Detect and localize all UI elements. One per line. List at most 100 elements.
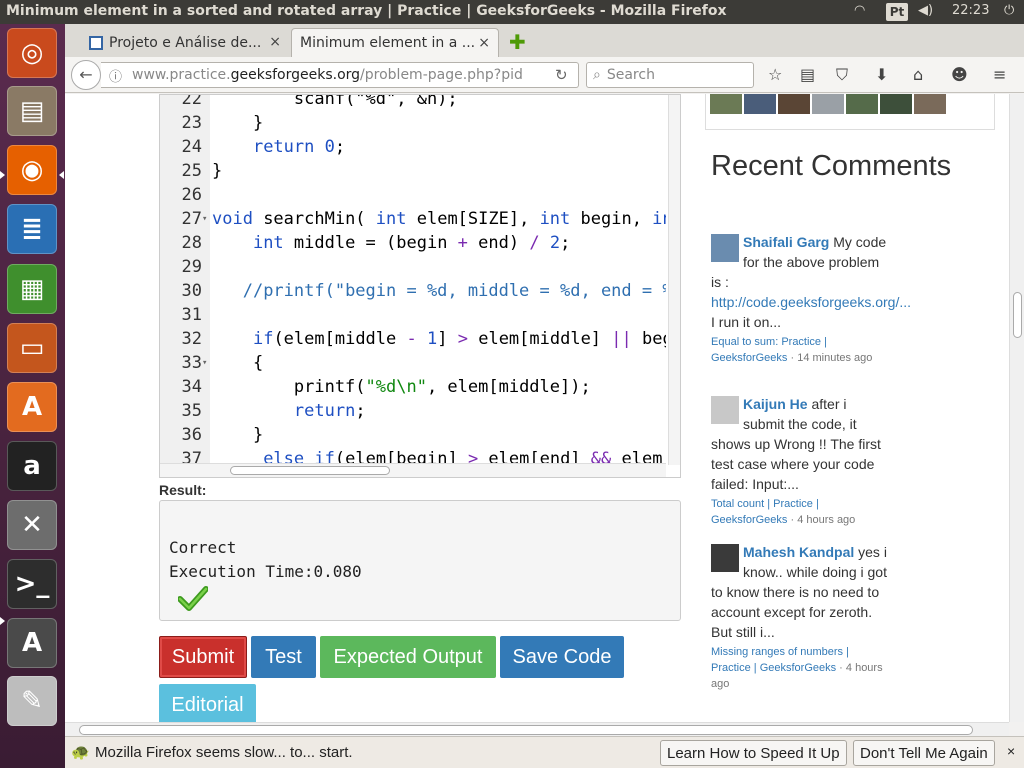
close-tab-icon[interactable]: × [478,35,490,51]
member-avatar[interactable] [812,94,844,114]
close-notification-icon[interactable]: × [1007,743,1015,759]
reading-list-icon[interactable]: ▤ [800,65,815,84]
close-tab-icon[interactable]: × [269,34,281,50]
power-icon[interactable]: ⏻ [1004,3,1014,18]
code-line[interactable]: 34 printf("%d\n", elem[middle]); [160,375,666,399]
firefox-icon[interactable]: ◉ [7,145,57,195]
code-line[interactable]: 24 return 0; [160,135,666,159]
tab-projeto[interactable]: Projeto e Análise de... × [81,28,289,57]
files-icon[interactable]: ▤ [7,86,57,136]
expected-output-button[interactable]: Expected Output [320,636,496,678]
code-text: //printf("begin = %d, middle = %d, end =… [242,281,666,301]
page-vertical-scrollbar[interactable] [1009,94,1024,722]
fold-icon[interactable]: ▾ [202,207,212,231]
writer-icon[interactable]: ≣ [7,204,57,254]
editor-vertical-scrollbar[interactable] [668,95,680,465]
downloads-icon[interactable]: ⬇ [875,65,888,84]
member-avatar[interactable] [846,94,878,114]
member-avatar[interactable] [880,94,912,114]
member-avatar[interactable] [744,94,776,114]
avatar[interactable] [711,234,739,262]
clock[interactable]: 22:23 [952,3,989,18]
comment-text: I run it on... [711,314,782,330]
chat-icon[interactable]: ☻ [951,65,968,84]
code-line[interactable]: 22 scanf("%d", &n); [160,94,666,111]
text-editor-icon[interactable]: ✎ [7,676,57,726]
top-panel: Minimum element in a sorted and rotated … [0,0,1024,24]
code-line[interactable]: 35 return; [160,399,666,423]
system-settings-icon[interactable]: ✕ [7,500,57,550]
avatar[interactable] [711,396,739,424]
keyboard-layout-indicator[interactable]: Pt [886,3,908,21]
comment-source-link[interactable]: Missing ranges of numbers | Practice | G… [711,646,849,674]
reload-icon[interactable]: ↻ [555,66,568,84]
url-prefix: www.practice. [132,67,231,83]
code-line[interactable]: 31 [160,303,666,327]
code-line[interactable]: 33▾ { [160,351,666,375]
line-number: 32 [181,329,202,349]
comment-author[interactable]: Kaijun He [743,396,808,412]
search-input[interactable]: ⌕ Search [586,62,754,88]
page-horizontal-scrollbar[interactable] [65,722,1009,736]
bookmark-star-icon[interactable]: ☆ [768,65,782,84]
editor-scroll-thumb[interactable] [230,466,390,475]
test-button[interactable]: Test [251,636,316,678]
software-center-icon[interactable]: A [7,382,57,432]
amazon-icon[interactable]: a [7,441,57,491]
code-line[interactable]: 36 } [160,423,666,447]
tab-minimum-element[interactable]: Minimum element in a ... × [291,28,499,57]
dont-tell-again-button[interactable]: Don't Tell Me Again [853,740,995,766]
comment-meta[interactable]: Total count | Practice | GeeksforGeeks ·… [711,496,887,528]
new-tab-icon[interactable]: ✚ [509,30,526,54]
calc-icon[interactable]: ▦ [7,264,57,314]
page-hscroll-thumb[interactable] [79,725,973,735]
comment-author[interactable]: Mahesh Kandpal [743,544,854,560]
back-button[interactable]: ← [71,60,101,90]
code-text: { [212,353,264,373]
tab-bar: Projeto e Análise de... × Minimum elemen… [65,24,1024,57]
comment-author[interactable]: Shaifali Garg [743,234,829,250]
code-line[interactable]: 27▾ void searchMin( int elem[SIZE], int b… [160,207,666,231]
pocket-icon[interactable]: ⛉ [836,65,848,85]
url-bar[interactable]: ⓘ www.practice. geeksforgeeks.org /probl… [101,62,579,88]
terminal-icon[interactable]: >_ [7,559,57,609]
save-code-button[interactable]: Save Code [500,636,624,678]
running-indicator [0,617,5,625]
menu-icon[interactable]: ≡ [993,65,1006,84]
volume-icon[interactable]: ◀) [918,3,933,18]
page-scroll-thumb[interactable] [1013,292,1022,338]
code-line[interactable]: 23 } [160,111,666,135]
code-line[interactable]: 29 [160,255,666,279]
line-number: 26 [181,185,202,205]
code-editor[interactable]: 22 scanf("%d", &n); 23 } 24 return 0; 25} 26… [159,94,681,478]
code-line[interactable]: 28 int middle = (begin + end) / 2; [160,231,666,255]
sidebar: Recent Comments Shaifali Garg My code fo… [695,94,995,722]
learn-speed-button[interactable]: Learn How to Speed It Up [660,740,847,766]
fold-icon[interactable]: ▾ [202,351,212,375]
editor-horizontal-scrollbar[interactable] [160,463,666,477]
code-text: if(elem[middle - 1] > elem[middle] || be… [252,329,666,349]
line-number: 22 [181,94,202,109]
submit-button[interactable]: Submit [159,636,247,678]
editorial-button[interactable]: Editorial [159,684,256,722]
member-avatar[interactable] [914,94,946,114]
line-number: 36 [181,425,202,445]
software-updater-icon[interactable]: A [7,618,57,668]
url-suffix: /problem-page.php?pid [360,67,523,83]
impress-icon[interactable]: ▭ [7,323,57,373]
home-icon[interactable]: ⌂ [913,65,923,84]
comment-link[interactable]: http://code.geeksforgeeks.org/... [711,294,911,310]
line-number: 27 [181,209,202,229]
member-avatar[interactable] [710,94,742,114]
site-info-icon[interactable]: ⓘ [109,66,122,85]
code-line[interactable]: 30 //printf("begin = %d, middle = %d, en… [160,279,666,303]
comment-meta[interactable]: Missing ranges of numbers | Practice | G… [711,644,887,692]
ubuntu-dash-icon[interactable]: ◎ [7,28,57,78]
wifi-icon[interactable]: ◠ [854,3,865,18]
code-line[interactable]: 26 [160,183,666,207]
code-line[interactable]: 32 if(elem[middle - 1] > elem[middle] ||… [160,327,666,351]
comment-meta[interactable]: Equal to sum: Practice | GeeksforGeeks ·… [711,334,887,366]
avatar[interactable] [711,544,739,572]
code-line[interactable]: 25} [160,159,666,183]
member-avatar[interactable] [778,94,810,114]
